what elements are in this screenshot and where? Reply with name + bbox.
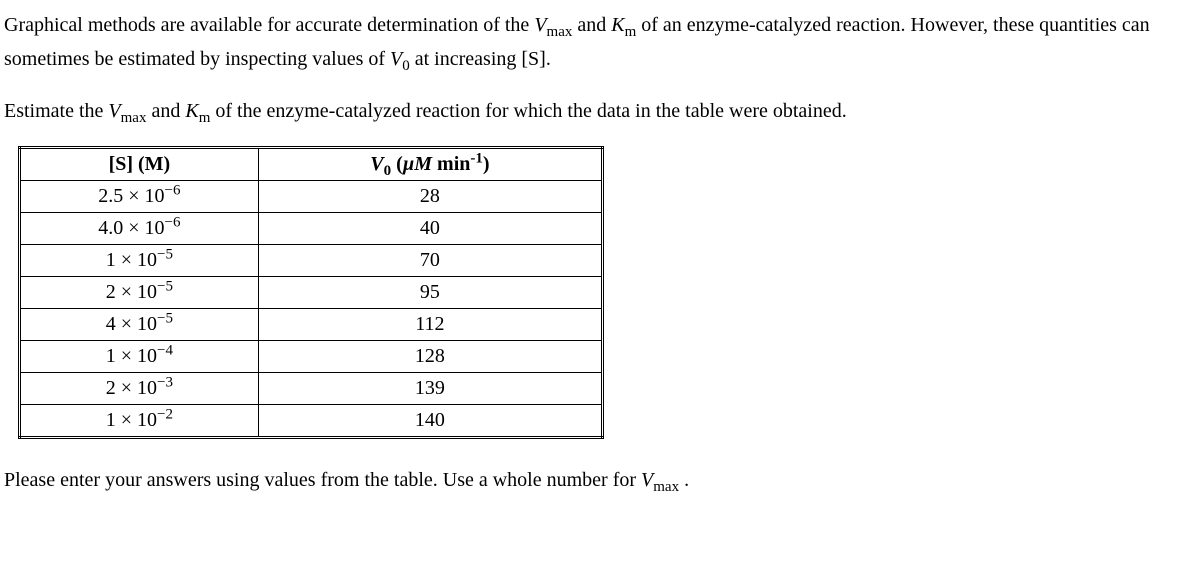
instruction-text-1: Please enter your answers using values f… <box>4 469 641 491</box>
vmax-var-v: V <box>534 14 546 36</box>
header-v-open: ( <box>391 153 403 175</box>
cell-v: 139 <box>258 373 602 405</box>
cell-s-coeff: 1 × 10 <box>106 249 157 271</box>
cell-s-exp: −2 <box>157 406 173 422</box>
cell-s-exp: −3 <box>157 374 173 390</box>
km-var-sub: m <box>625 24 637 40</box>
cell-v: 70 <box>258 245 602 277</box>
prompt-paragraph: Estimate the Vmax and Km of the enzyme-c… <box>4 94 1196 128</box>
instruction-vmax-sub: max <box>653 479 679 495</box>
instruction-paragraph: Please enter your answers using values f… <box>4 463 1196 497</box>
cell-v: 40 <box>258 213 602 245</box>
intro-text-4: at increasing [S]. <box>410 48 551 70</box>
table-row: 4 × 10−5 112 <box>20 309 603 341</box>
prompt-text-2: and <box>146 100 185 122</box>
cell-s-exp: −5 <box>157 310 173 326</box>
intro-paragraph: Graphical methods are available for accu… <box>4 8 1196 76</box>
intro-text-1: Graphical methods are available for accu… <box>4 14 534 36</box>
cell-v: 112 <box>258 309 602 341</box>
table-row: 2.5 × 10−6 28 <box>20 181 603 213</box>
cell-v: 140 <box>258 405 602 438</box>
data-table: [S] (M) V0 (µM min-1) 2.5 × 10−6 28 4.0 … <box>18 146 604 439</box>
cell-v: 128 <box>258 341 602 373</box>
table-row: 1 × 10−2 140 <box>20 405 603 438</box>
cell-s-exp: −6 <box>165 182 181 198</box>
cell-s: 2 × 10−5 <box>20 277 259 309</box>
header-v-close: ) <box>483 153 490 175</box>
cell-v: 28 <box>258 181 602 213</box>
prompt-km-k: K <box>185 100 198 122</box>
v0-var-sub: 0 <box>402 58 410 74</box>
header-v-unit: µM <box>403 153 432 175</box>
cell-s: 1 × 10−5 <box>20 245 259 277</box>
cell-s: 1 × 10−4 <box>20 341 259 373</box>
table-header-row: [S] (M) V0 (µM min-1) <box>20 148 603 181</box>
cell-s-coeff: 4.0 × 10 <box>98 217 164 239</box>
cell-s: 2 × 10−3 <box>20 373 259 405</box>
cell-s-coeff: 1 × 10 <box>106 345 157 367</box>
prompt-km-sub: m <box>199 110 211 126</box>
table-row: 1 × 10−5 70 <box>20 245 603 277</box>
intro-text-2: and <box>572 14 611 36</box>
cell-s: 4.0 × 10−6 <box>20 213 259 245</box>
prompt-vmax-v: V <box>108 100 120 122</box>
header-v-var: V <box>370 153 383 175</box>
cell-s: 4 × 10−5 <box>20 309 259 341</box>
header-v: V0 (µM min-1) <box>258 148 602 181</box>
km-var-k: K <box>611 14 624 36</box>
cell-s-exp: −4 <box>157 342 173 358</box>
header-v-sup: -1 <box>470 150 483 166</box>
cell-v: 95 <box>258 277 602 309</box>
cell-s-coeff: 2.5 × 10 <box>98 185 164 207</box>
cell-s: 1 × 10−2 <box>20 405 259 438</box>
cell-s-exp: −5 <box>157 278 173 294</box>
cell-s-exp: −5 <box>157 246 173 262</box>
cell-s-coeff: 2 × 10 <box>106 281 157 303</box>
header-v-sub: 0 <box>384 163 392 179</box>
vmax-var-sub: max <box>547 24 573 40</box>
table-row: 2 × 10−5 95 <box>20 277 603 309</box>
instruction-vmax-v: V <box>641 469 653 491</box>
cell-s-coeff: 4 × 10 <box>106 313 157 335</box>
table-row: 1 × 10−4 128 <box>20 341 603 373</box>
instruction-text-2: . <box>679 469 689 491</box>
table-row: 2 × 10−3 139 <box>20 373 603 405</box>
cell-s-coeff: 1 × 10 <box>106 409 157 431</box>
cell-s-exp: −6 <box>165 214 181 230</box>
prompt-text-1: Estimate the <box>4 100 108 122</box>
cell-s: 2.5 × 10−6 <box>20 181 259 213</box>
header-v-min: min <box>432 153 470 175</box>
table-row: 4.0 × 10−6 40 <box>20 213 603 245</box>
prompt-vmax-sub: max <box>121 110 147 126</box>
cell-s-coeff: 2 × 10 <box>106 377 157 399</box>
prompt-text-3: of the enzyme-catalyzed reaction for whi… <box>210 100 846 122</box>
v0-var-v: V <box>390 48 402 70</box>
header-s: [S] (M) <box>20 148 259 181</box>
